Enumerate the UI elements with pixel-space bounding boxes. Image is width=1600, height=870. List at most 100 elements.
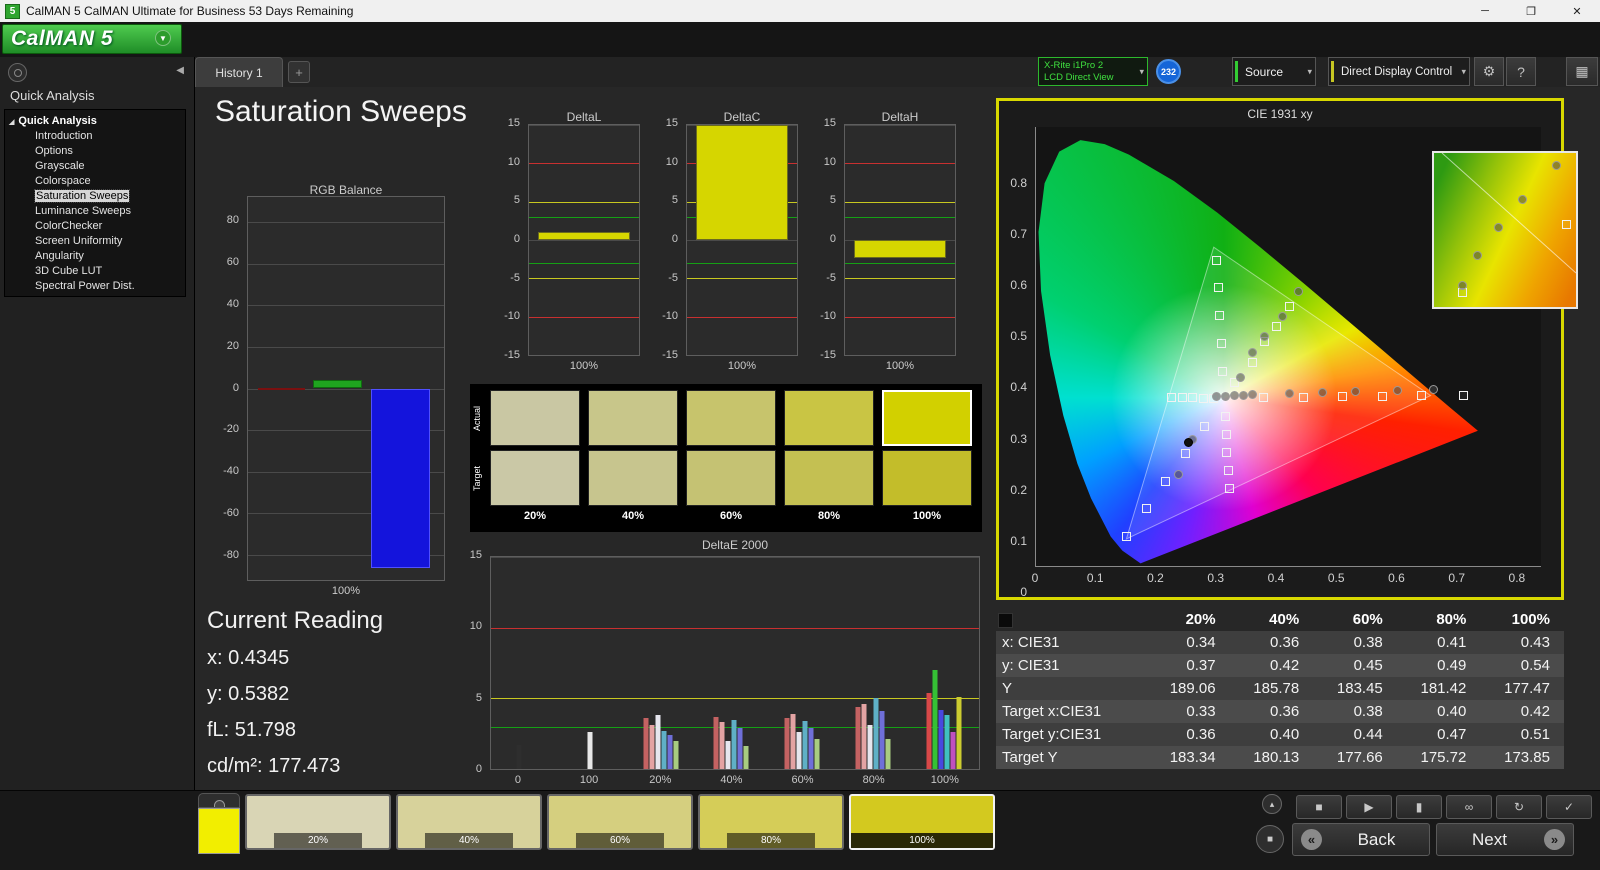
next-button[interactable]: Next » bbox=[1436, 823, 1574, 856]
transport-controls: ■ ▶ ▮ ∞ ↻ ✓ bbox=[1296, 795, 1592, 819]
deltaL-title: DeltaL bbox=[566, 110, 602, 124]
target-marker bbox=[1180, 449, 1190, 459]
target-marker bbox=[1417, 391, 1427, 401]
chevron-down-icon: ▾ bbox=[1139, 66, 1144, 76]
sidebar-item-3d-cube-lut[interactable]: 3D Cube LUT bbox=[5, 264, 185, 279]
logo-dropdown-icon[interactable]: ▼ bbox=[155, 30, 171, 46]
axis-tick-label: 0.8 bbox=[1508, 571, 1526, 585]
back-button[interactable]: « Back bbox=[1292, 823, 1430, 856]
display-mode-button[interactable]: ■ bbox=[1256, 825, 1284, 853]
mini-sample-tab[interactable] bbox=[198, 793, 240, 808]
target-marker bbox=[1272, 322, 1282, 332]
ref-line bbox=[529, 217, 639, 218]
measured-marker bbox=[1221, 391, 1231, 401]
source-dropdown[interactable]: Source ▾ bbox=[1232, 57, 1316, 86]
axis-tick-label: 10 bbox=[507, 155, 520, 168]
table-cell: 0.42 bbox=[1520, 703, 1550, 720]
ref-line bbox=[845, 163, 955, 165]
sidebar-collapse-icon[interactable]: ◀ bbox=[176, 65, 184, 76]
sample-button-80[interactable]: 80% bbox=[698, 794, 844, 850]
gridline bbox=[687, 355, 797, 356]
sidebar-item-options[interactable]: Options bbox=[5, 144, 185, 159]
sidebar-item-saturation-sweeps[interactable]: Saturation Sweeps bbox=[5, 189, 185, 204]
sidebar-item-label: 3D Cube LUT bbox=[35, 265, 103, 277]
table-cell: 0.33 bbox=[1186, 703, 1216, 720]
measured-marker-filled bbox=[1183, 438, 1193, 448]
play-icon: ▶ bbox=[1364, 800, 1374, 814]
current-reading-fl: fL: 51.798 bbox=[207, 719, 296, 741]
target-marker bbox=[1223, 465, 1233, 475]
target-marker bbox=[1198, 393, 1208, 403]
gridline bbox=[845, 125, 955, 126]
deltae-bar-group bbox=[643, 557, 679, 769]
sample-button-20[interactable]: 20% bbox=[245, 794, 391, 850]
deltae-bar bbox=[731, 719, 737, 769]
minimize-button[interactable]: ─ bbox=[1462, 0, 1508, 22]
accept-button[interactable]: ✓ bbox=[1546, 795, 1592, 819]
axis-tick-label: 5 bbox=[513, 194, 520, 207]
mini-sample-swatch[interactable] bbox=[198, 808, 240, 854]
inset-measured-marker bbox=[1493, 222, 1503, 232]
help-button[interactable]: ? bbox=[1506, 57, 1536, 86]
table-cell: 0.38 bbox=[1353, 634, 1383, 651]
deltae-bar-group bbox=[713, 557, 749, 769]
ref-line bbox=[529, 316, 639, 318]
sidebar-item-screen-uniformity[interactable]: Screen Uniformity bbox=[5, 234, 185, 249]
cie-yaxis: 0 0.1 0.2 0.3 0.4 0.5 0.6 0.7 0.8 bbox=[999, 127, 1031, 599]
sample-button-100[interactable]: 100% bbox=[849, 794, 995, 850]
table-header-row: 20% 40% 60% 80% 100% bbox=[996, 608, 1564, 631]
measured-marker bbox=[1248, 347, 1258, 357]
axis-tick-label: 60 bbox=[226, 255, 239, 268]
close-button[interactable]: ✕ bbox=[1554, 0, 1600, 22]
target-marker bbox=[1200, 421, 1210, 431]
sidebar-item-label: Options bbox=[35, 145, 73, 157]
sample-button-label: 100% bbox=[851, 833, 993, 848]
layout-button[interactable]: ▦ bbox=[1566, 57, 1598, 86]
grid-icon: ▦ bbox=[1575, 63, 1589, 79]
pause-button[interactable]: ▮ bbox=[1396, 795, 1442, 819]
target-marker bbox=[1377, 391, 1387, 401]
deltae-bar-group bbox=[784, 557, 820, 769]
add-tab-button[interactable]: + bbox=[288, 61, 310, 83]
sidebar-item-grayscale[interactable]: Grayscale bbox=[5, 159, 185, 174]
sidebar-item-spectral-power-dist[interactable]: Spectral Power Dist. bbox=[5, 279, 185, 294]
maximize-button[interactable]: ❐ bbox=[1508, 0, 1554, 22]
expander-icon[interactable]: ◢ bbox=[9, 119, 14, 126]
display-control-dropdown[interactable]: Direct Display Control ▾ bbox=[1328, 57, 1470, 86]
sidebar-item-colorspace[interactable]: Colorspace bbox=[5, 174, 185, 189]
sidebar: ◀ Quick Analysis ◢ Quick Analysis Introdu… bbox=[0, 57, 195, 790]
cie-xaxis: 0 0.1 0.2 0.3 0.4 0.5 0.6 0.7 0.8 bbox=[1032, 571, 1541, 587]
actual-swatch-20 bbox=[490, 390, 580, 446]
meter-dropdown[interactable]: X-Rite i1Pro 2 LCD Direct View ▾ bbox=[1038, 57, 1148, 86]
settings-button[interactable]: ⚙ bbox=[1474, 57, 1504, 86]
rgb-balance-yaxis: 80 60 40 20 0 -20 -40 -60 -80 bbox=[201, 196, 243, 581]
sidebar-item-angularity[interactable]: Angularity bbox=[5, 249, 185, 264]
sidebar-item-colorchecker[interactable]: ColorChecker bbox=[5, 219, 185, 234]
sidebar-item-introduction[interactable]: Introduction bbox=[5, 129, 185, 144]
tab-history-1[interactable]: History 1 bbox=[195, 57, 283, 87]
play-button[interactable]: ▶ bbox=[1346, 795, 1392, 819]
bottom-bar: 20% 40% 60% 80% 100% ▴ ■ ▶ ▮ ∞ ↻ ✓ ■ « Back Next … bbox=[0, 790, 1600, 870]
sample-button-60[interactable]: 60% bbox=[547, 794, 693, 850]
deltaH-yaxis: 15 10 5 0 -5 -10 -15 bbox=[802, 117, 840, 361]
refresh-button[interactable]: ↻ bbox=[1496, 795, 1542, 819]
tree-root-node[interactable]: ◢ Quick Analysis bbox=[5, 113, 185, 129]
continuous-button[interactable]: ∞ bbox=[1446, 795, 1492, 819]
ref-line bbox=[529, 201, 639, 203]
dial-button[interactable] bbox=[8, 63, 27, 82]
target-marker bbox=[1215, 310, 1225, 320]
deltae-bar bbox=[938, 709, 944, 769]
measured-marker bbox=[1317, 387, 1327, 397]
collapse-up-button[interactable]: ▴ bbox=[1262, 794, 1282, 814]
axis-tick-label: 0.3 bbox=[1207, 571, 1225, 585]
stop-button[interactable]: ■ bbox=[1296, 795, 1342, 819]
table-cell: 0.45 bbox=[1353, 657, 1383, 674]
axis-tick-label: -40 bbox=[223, 465, 239, 478]
header-strip bbox=[0, 22, 1600, 57]
sample-button-40[interactable]: 40% bbox=[396, 794, 542, 850]
axis-tick-label: 0.5 bbox=[1010, 329, 1027, 344]
table-row-label: Y bbox=[1002, 680, 1013, 697]
sidebar-item-luminance-sweeps[interactable]: Luminance Sweeps bbox=[5, 204, 185, 219]
actual-swatch-80 bbox=[784, 390, 874, 446]
gridline bbox=[248, 305, 444, 307]
